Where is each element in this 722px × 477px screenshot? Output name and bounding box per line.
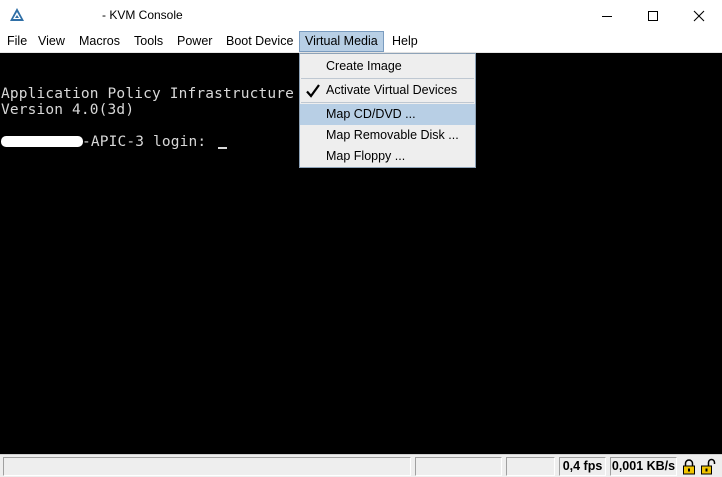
menu-help[interactable]: Help bbox=[392, 31, 418, 52]
menu-boot-device[interactable]: Boot Device bbox=[226, 31, 293, 52]
title-bar: - KVM Console bbox=[0, 0, 722, 31]
menu-power[interactable]: Power bbox=[177, 31, 212, 52]
virtual-media-menu: Create Image Activate Virtual Devices Ma… bbox=[299, 53, 476, 168]
menu-file[interactable]: File bbox=[7, 31, 27, 52]
status-field-3 bbox=[506, 457, 555, 476]
minimize-icon bbox=[602, 15, 612, 17]
close-icon bbox=[693, 10, 705, 21]
kvm-app-icon bbox=[10, 8, 24, 21]
fps-readout: 0,4 fps bbox=[559, 457, 606, 476]
status-message-field bbox=[3, 457, 411, 476]
login-prompt: -APIC-3 login: bbox=[82, 134, 216, 150]
menu-item-create-image[interactable]: Create Image bbox=[300, 56, 475, 77]
window-title: - KVM Console bbox=[102, 8, 183, 22]
console-line-1: Application Policy Infrastructure bbox=[1, 86, 295, 102]
menu-tools[interactable]: Tools bbox=[134, 31, 163, 52]
menu-item-map-floppy[interactable]: Map Floppy ... bbox=[300, 146, 475, 167]
lock-open-icon bbox=[701, 458, 716, 475]
menu-item-label: Activate Virtual Devices bbox=[326, 83, 458, 97]
menu-view[interactable]: View bbox=[38, 31, 65, 52]
maximize-icon bbox=[648, 10, 658, 21]
transfer-rate-readout: 0,001 KB/s bbox=[610, 457, 677, 476]
menu-item-map-removable-disk[interactable]: Map Removable Disk ... bbox=[300, 125, 475, 146]
lock-closed-icon bbox=[683, 459, 695, 475]
menu-separator bbox=[301, 78, 474, 79]
maximize-button[interactable] bbox=[630, 0, 676, 31]
redacted-hostname bbox=[1, 136, 83, 147]
menu-item-activate-virtual-devices[interactable]: Activate Virtual Devices bbox=[300, 80, 475, 101]
menu-separator bbox=[301, 102, 474, 103]
menu-bar: File View Macros Tools Power Boot Device… bbox=[0, 31, 722, 53]
close-button[interactable] bbox=[676, 0, 722, 31]
status-bar: 0,4 fps 0,001 KB/s bbox=[0, 454, 722, 477]
console-line-2: Version 4.0(3d) bbox=[1, 102, 135, 118]
checkmark-icon bbox=[306, 84, 320, 98]
status-field-2 bbox=[415, 457, 502, 476]
menu-item-map-cd-dvd[interactable]: Map CD/DVD ... bbox=[300, 104, 475, 125]
menu-virtual-media[interactable]: Virtual Media bbox=[299, 31, 384, 52]
minimize-button[interactable] bbox=[584, 0, 630, 31]
text-cursor bbox=[218, 147, 228, 149]
menu-macros[interactable]: Macros bbox=[79, 31, 120, 52]
console-login-line: -APIC-3 login: bbox=[1, 134, 228, 150]
